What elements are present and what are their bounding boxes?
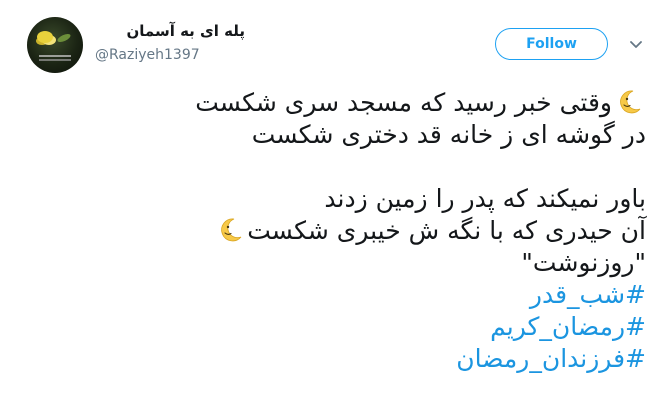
tweet-line: وقتی خبر رسید که مسجد سری شکست — [46, 87, 646, 119]
tweet-card: پله ای به آسمان @Raziyeh1397 Follow وقتی… — [0, 0, 672, 419]
avatar-leaf-decoration — [56, 32, 72, 44]
hashtag-link[interactable]: #رمضان_کریم — [46, 311, 646, 343]
tweet-line: "روزنوشت" — [521, 248, 646, 277]
avatar-caption-decoration — [39, 55, 71, 57]
tweet-line: در گوشه ای ز خانه قد دختری شکست — [251, 120, 646, 149]
tweet-text: وقتی خبر رسید که مسجد سری شکست در گوشه ا… — [46, 87, 646, 375]
username[interactable]: @Raziyeh1397 — [95, 47, 200, 63]
follow-button[interactable]: Follow — [495, 28, 608, 60]
crescent-moon-face-icon — [221, 218, 242, 242]
avatar-flower-decoration — [37, 31, 53, 43]
avatar[interactable] — [27, 17, 83, 73]
hashtag-link[interactable]: #فرزندان_رمضان — [46, 343, 646, 375]
display-name[interactable]: پله ای به آسمان — [95, 22, 245, 40]
tweet-line: باور نمیکند که پدر را زمین زدند — [324, 184, 646, 213]
tweet-line-text: آن حیدری که با نگه ش خیبری شکست — [247, 216, 646, 245]
tweet-line: آن حیدری که با نگه ش خیبری شکست — [46, 215, 646, 247]
tweet-line-text: وقتی خبر رسید که مسجد سری شکست — [195, 88, 612, 117]
crescent-moon-face-icon — [620, 90, 641, 114]
hashtag-link[interactable]: #شب_قدر — [46, 279, 646, 311]
chevron-down-icon[interactable] — [628, 36, 644, 52]
